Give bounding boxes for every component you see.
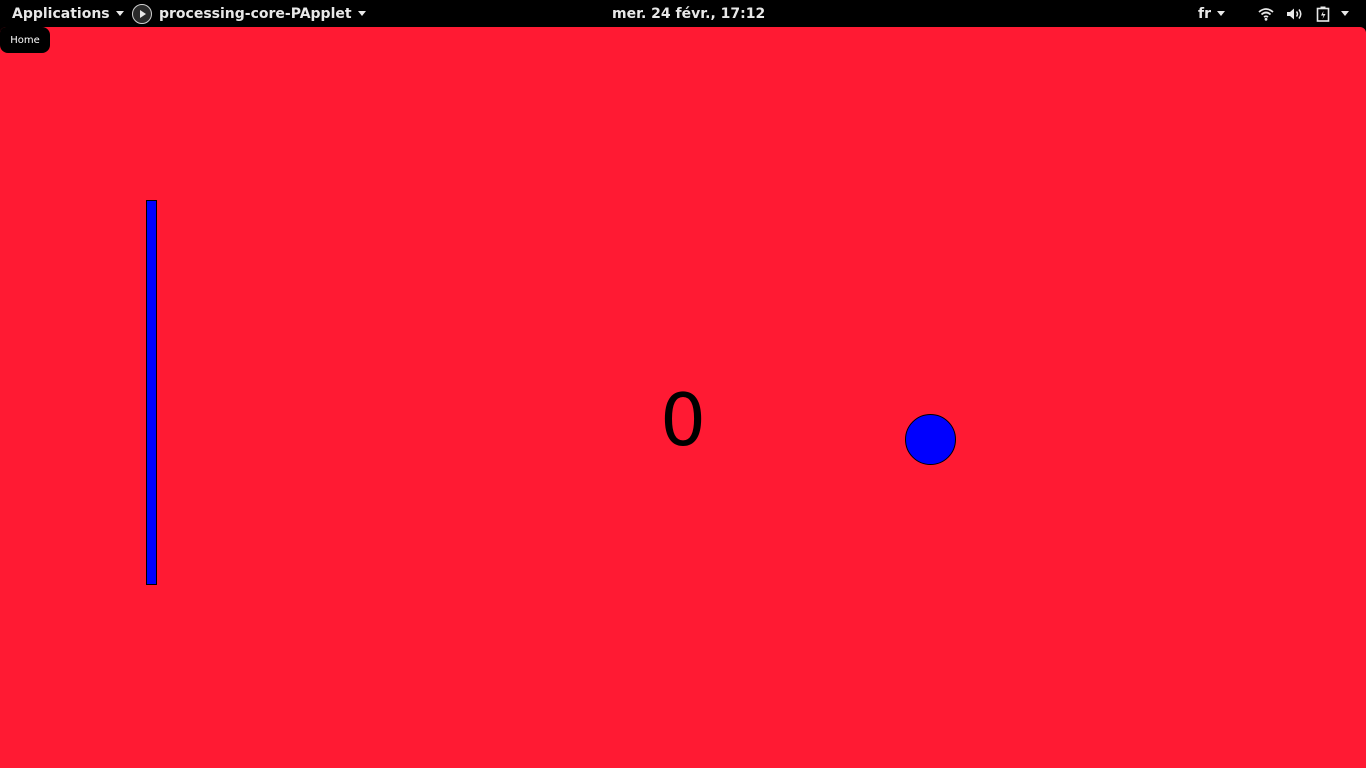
applications-menu[interactable]: Applications <box>12 0 124 27</box>
keyboard-layout-label: fr <box>1198 5 1211 22</box>
active-app-label: processing-core-PApplet <box>159 5 352 22</box>
player-paddle <box>146 200 157 585</box>
home-button[interactable]: Home <box>0 27 50 53</box>
chevron-down-icon <box>115 11 124 16</box>
applications-menu-label: Applications <box>12 5 110 22</box>
chevron-down-icon <box>357 11 366 16</box>
chevron-down-icon <box>1341 11 1349 16</box>
keyboard-layout-menu[interactable]: fr <box>1198 0 1225 27</box>
clock-label: mer. 24 févr., 17:12 <box>612 5 766 22</box>
battery-menu[interactable] <box>1316 0 1349 27</box>
score-display: 0 <box>660 378 706 462</box>
battery-icon <box>1316 6 1330 22</box>
processing-play-icon <box>132 3 152 24</box>
volume-icon[interactable] <box>1286 0 1304 27</box>
active-app-menu[interactable]: processing-core-PApplet <box>132 0 366 27</box>
clock[interactable]: mer. 24 févr., 17:12 <box>612 0 765 27</box>
chevron-down-icon <box>1217 11 1225 16</box>
top-panel: Applications processing-core-PApplet mer… <box>0 0 1366 27</box>
wifi-icon[interactable] <box>1258 0 1274 27</box>
home-button-label: Home <box>10 34 40 46</box>
game-ball <box>905 414 956 465</box>
